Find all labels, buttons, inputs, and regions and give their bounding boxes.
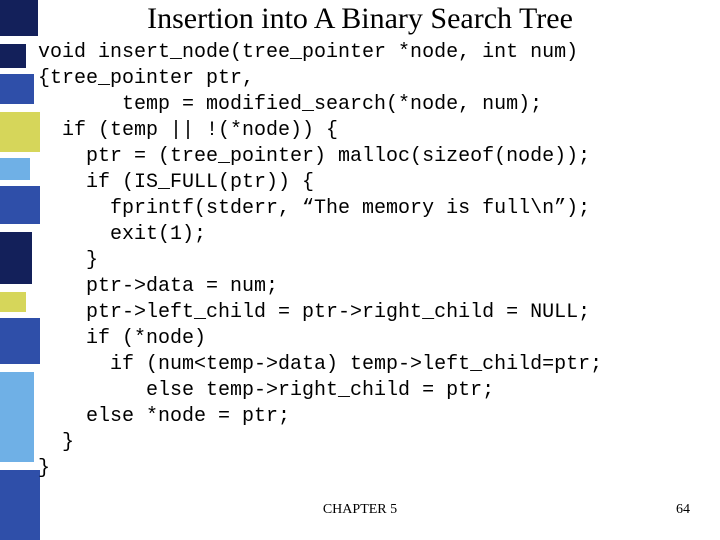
sidebar-block (0, 372, 34, 462)
code-line: if (*node) (38, 327, 206, 350)
sidebar-block (0, 112, 40, 152)
slide: Insertion into A Binary Search Tree void… (0, 0, 720, 540)
code-line: temp = modified_search(*node, num); (38, 93, 542, 116)
code-block: void insert_node(tree_pointer *node, int… (38, 40, 602, 482)
code-line: if (temp || !(*node)) { (38, 119, 338, 142)
code-line: ptr->data = num; (38, 275, 278, 298)
code-line: if (IS_FULL(ptr)) { (38, 171, 314, 194)
code-line: } (38, 249, 98, 272)
code-line: ptr->left_child = ptr->right_child = NUL… (38, 301, 590, 324)
slide-title: Insertion into A Binary Search Tree (0, 2, 720, 36)
code-line: {tree_pointer ptr, (38, 67, 254, 90)
code-line: if (num<temp->data) temp->left_child=ptr… (38, 353, 602, 376)
sidebar-block (0, 186, 40, 224)
sidebar-block (0, 158, 30, 180)
code-line: } (38, 457, 50, 480)
sidebar-block (0, 44, 26, 68)
code-line: exit(1); (38, 223, 206, 246)
code-line: } (38, 431, 74, 454)
sidebar-block (0, 74, 34, 104)
decorative-sidebar (0, 0, 40, 540)
footer-chapter: CHAPTER 5 (0, 502, 720, 518)
sidebar-block (0, 232, 32, 284)
code-line: else temp->right_child = ptr; (38, 379, 494, 402)
code-line: else *node = ptr; (38, 405, 290, 428)
sidebar-block (0, 318, 40, 364)
code-line: fprintf(stderr, “The memory is full\n”); (38, 197, 590, 220)
code-line: void insert_node(tree_pointer *node, int… (38, 41, 578, 64)
code-line: ptr = (tree_pointer) malloc(sizeof(node)… (38, 145, 590, 168)
footer-page-number: 64 (676, 502, 690, 518)
sidebar-block (0, 292, 26, 312)
